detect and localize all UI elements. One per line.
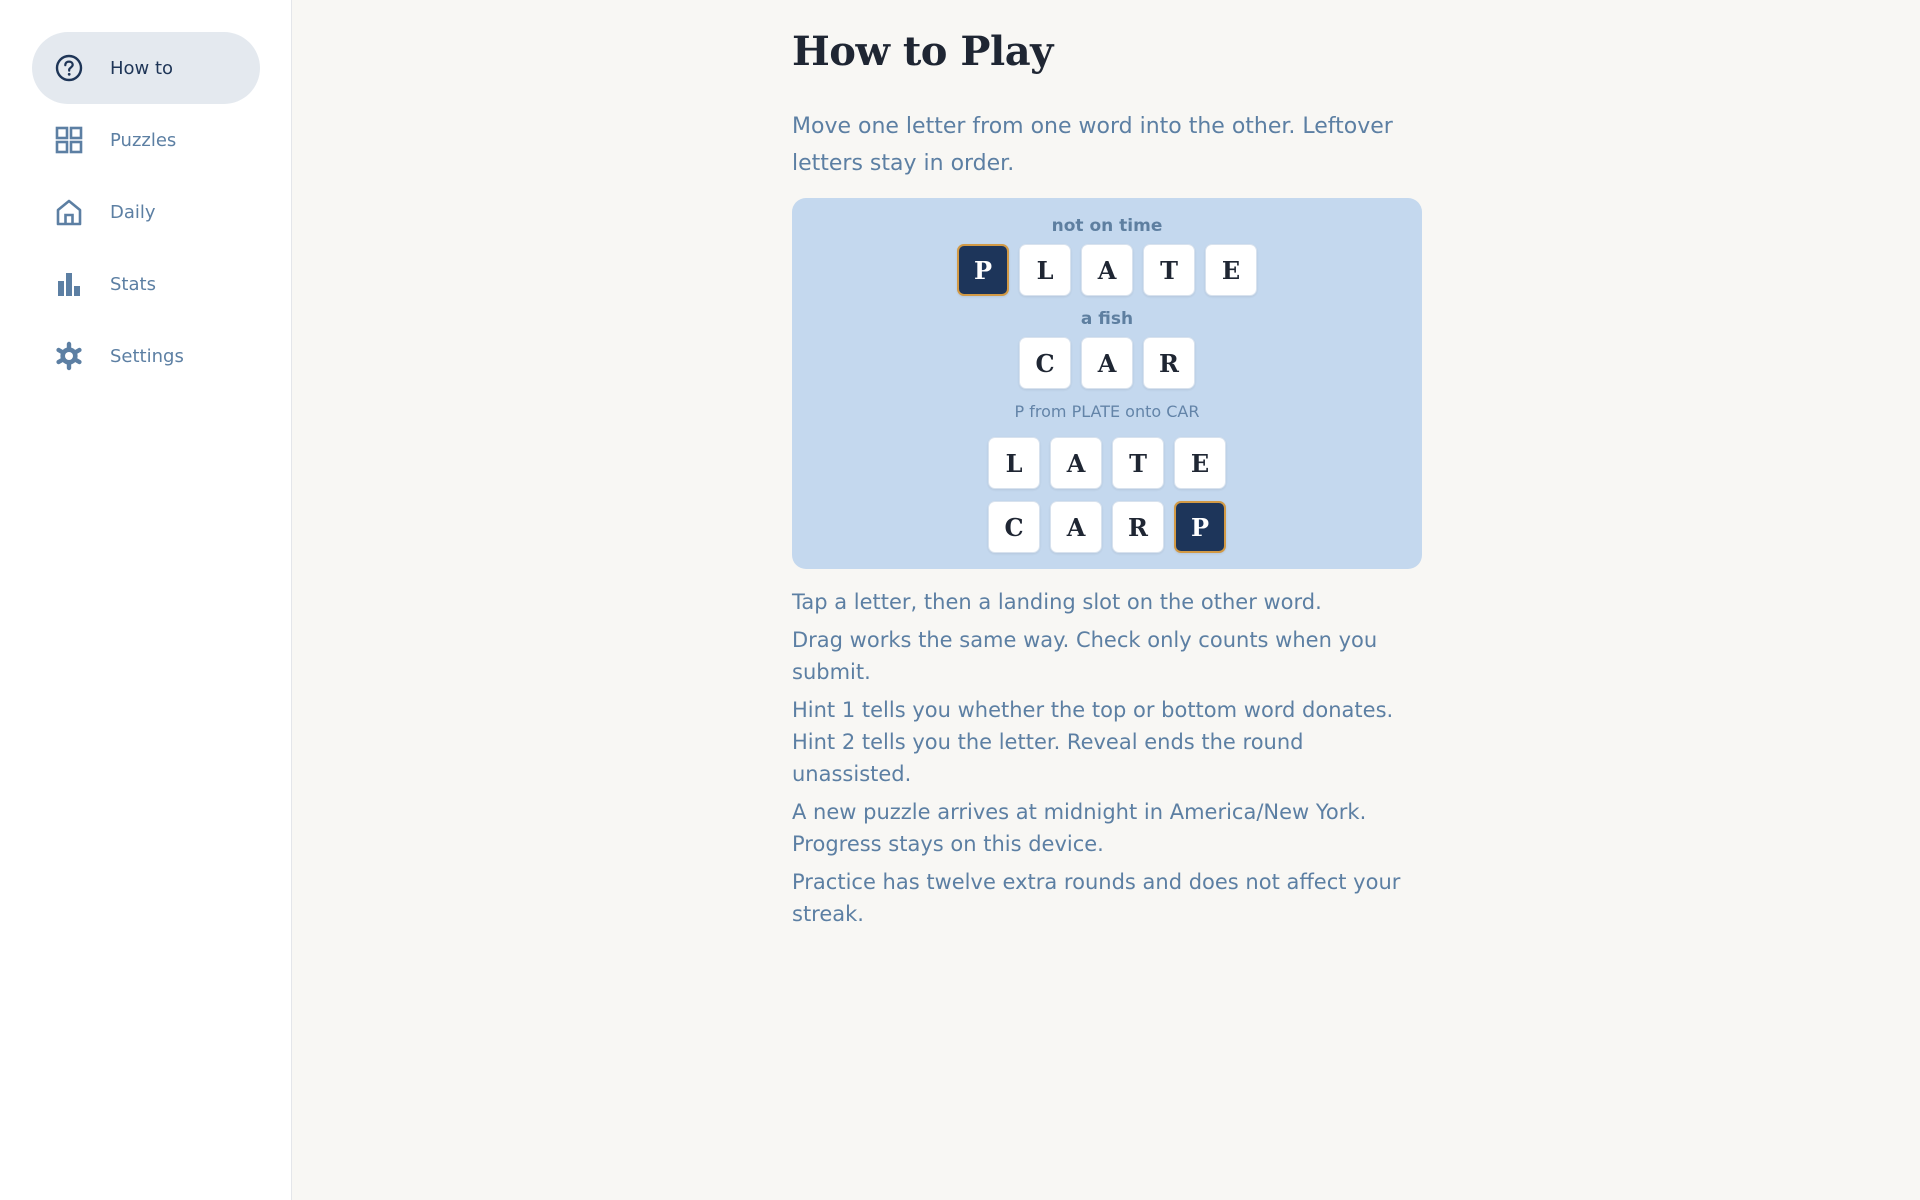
letter-tile: C (1019, 337, 1071, 389)
sidebar-item-settings[interactable]: Settings (32, 320, 260, 392)
bar-chart-icon (54, 269, 84, 299)
tile-row-bottom: C A R (792, 337, 1422, 389)
page-title: How to Play (792, 28, 1053, 75)
tile-row-top: P L A T E (792, 244, 1422, 296)
sidebar-item-stats[interactable]: Stats (32, 248, 260, 320)
clue-top: not on time (1051, 216, 1163, 236)
letter-tile: L (1019, 244, 1071, 296)
letter-tile: A (1081, 337, 1133, 389)
sidebar-item-label: Puzzles (110, 129, 177, 151)
letter-tile: E (1174, 437, 1226, 489)
sidebar-item-label: Daily (110, 201, 156, 223)
sidebar-item-label: Settings (110, 345, 184, 367)
letter-tile: P (957, 244, 1009, 296)
example-panel: not on time P L A T E a fish C A R P fro… (792, 198, 1422, 569)
tile-row-result-bottom: C A R P (792, 501, 1422, 553)
home-icon (54, 197, 84, 227)
rule-text: Tap a letter, then a landing slot on the… (792, 590, 1322, 614)
intro-text: Move one letter from one word into the o… (792, 114, 1393, 176)
rule-text: Practice has twelve extra rounds and doe… (792, 870, 1401, 926)
letter-tile: R (1112, 501, 1164, 553)
sidebar-item-how-to[interactable]: How to (32, 32, 260, 104)
sidebar-item-daily[interactable]: Daily (32, 176, 260, 248)
sidebar-item-label: How to (110, 57, 174, 79)
clue-bottom: a fish (1080, 309, 1134, 329)
grid-icon (54, 125, 84, 155)
sidebar-item-label: Stats (110, 273, 156, 295)
letter-tile: A (1050, 437, 1102, 489)
letter-tile: R (1143, 337, 1195, 389)
letter-tile: T (1143, 244, 1195, 296)
tile-row-result-top: L A T E (792, 437, 1422, 489)
letter-tile: P (1174, 501, 1226, 553)
sidebar: How to Puzzles Daily Stats Settings (0, 0, 292, 1200)
sidebar-item-puzzles[interactable]: Puzzles (32, 104, 260, 176)
example-caption: P from PLATE onto CAR (1014, 402, 1200, 421)
help-circle-icon (54, 53, 84, 83)
letter-tile: L (988, 437, 1040, 489)
letter-tile: A (1050, 501, 1102, 553)
letter-tile: C (988, 501, 1040, 553)
letter-tile: A (1081, 244, 1133, 296)
rule-text: A new puzzle arrives at midnight in Amer… (792, 800, 1367, 856)
gear-icon (54, 341, 84, 371)
rule-text: Hint 1 tells you whether the top or bott… (792, 698, 1394, 786)
rules-list: Tap a letter, then a landing slot on the… (792, 586, 1422, 936)
rule-text: Drag works the same way. Check only coun… (792, 628, 1378, 684)
letter-tile: T (1112, 437, 1164, 489)
letter-tile: E (1205, 244, 1257, 296)
